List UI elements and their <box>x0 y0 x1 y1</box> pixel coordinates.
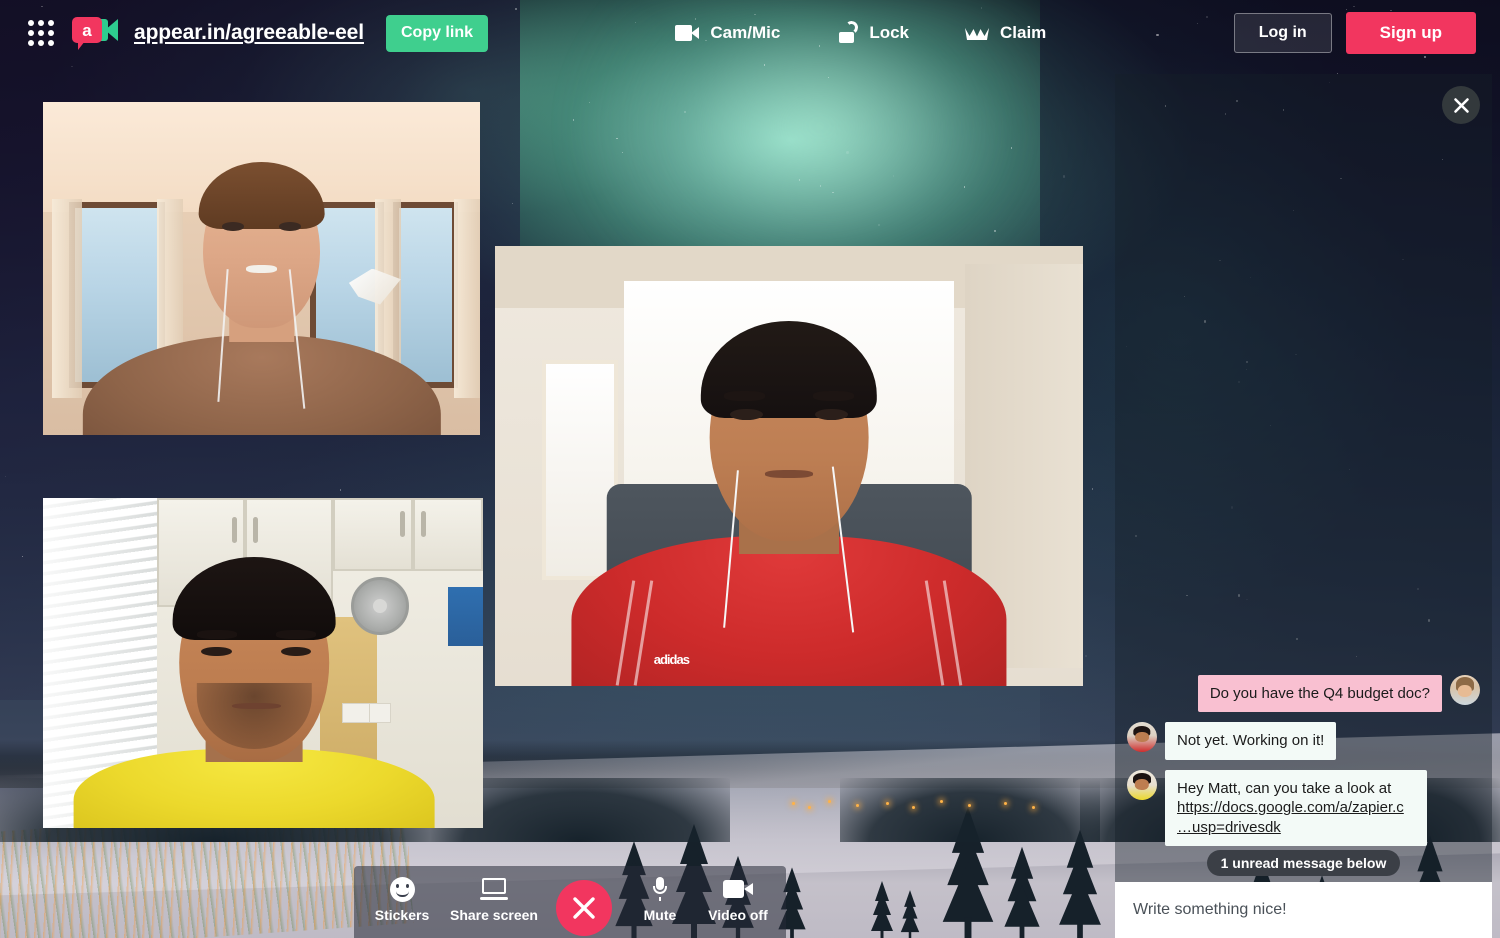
participant-video-yellow-shirt[interactable] <box>43 498 483 828</box>
logo-bubble-tail <box>78 41 85 50</box>
video-stream-matt <box>43 102 480 435</box>
chat-bubble: Not yet. Working on it! <box>1165 722 1337 760</box>
town-light <box>856 804 859 807</box>
video-stream-yellow-shirt <box>43 498 483 828</box>
logo-bubble: a <box>72 17 102 43</box>
video-stream-red-shirt: adidas <box>495 246 1083 686</box>
town-light <box>968 804 971 807</box>
smiley-icon <box>389 876 415 902</box>
chat-input[interactable] <box>1115 882 1492 938</box>
town-light <box>940 800 943 803</box>
stickers-button[interactable]: Stickers <box>372 876 432 923</box>
unlocked-padlock-icon <box>836 20 860 43</box>
top-bar-left: a appear.in/agreeable-eel Copy link <box>0 14 488 52</box>
nav-item-claim[interactable]: Claim <box>965 23 1046 43</box>
mute-label: Mute <box>643 907 677 923</box>
video-off-button[interactable]: Video off <box>708 876 768 923</box>
nav-label-lock: Lock <box>869 23 909 42</box>
chat-close-button[interactable] <box>1442 86 1480 124</box>
share-screen-button[interactable]: Share screen <box>450 876 538 923</box>
stickers-label: Stickers <box>374 907 430 923</box>
chat-panel: Do you have the Q4 budget doc? Not yet. … <box>1115 74 1492 938</box>
avatar-yellow-shirt <box>1127 769 1157 800</box>
participant-video-matt[interactable] <box>43 102 480 435</box>
avatar-red-shirt <box>1127 722 1157 752</box>
room-url-link[interactable]: appear.in/agreeable-eel <box>134 21 364 45</box>
microphone-icon <box>652 876 667 902</box>
town-light <box>828 800 831 803</box>
unread-messages-pill[interactable]: 1 unread message below <box>1206 850 1401 876</box>
pine-tree <box>900 890 920 938</box>
top-bar-right: Log in Sign up <box>1233 12 1500 54</box>
pine-tree <box>871 881 893 938</box>
chat-link[interactable]: https://docs.google.com/a/zapier.c…usp=d… <box>1177 799 1404 836</box>
town-light <box>1032 806 1035 809</box>
close-x-icon <box>1453 97 1469 113</box>
camera-icon <box>675 25 700 41</box>
avatar-matt <box>1450 674 1480 705</box>
nav-label-cam-mic: Cam/Mic <box>710 23 781 42</box>
signup-button[interactable]: Sign up <box>1345 12 1476 54</box>
share-screen-label: Share screen <box>450 907 538 923</box>
town-light <box>792 802 795 805</box>
chat-message: Hey Matt, can you take a look at https:/… <box>1127 769 1480 846</box>
copy-link-button[interactable]: Copy link <box>385 14 488 52</box>
app-stage: a appear.in/agreeable-eel Copy link Cam/… <box>0 0 1500 938</box>
appear-in-logo-icon[interactable]: a <box>72 15 118 51</box>
apps-grid-icon[interactable] <box>26 18 56 48</box>
chat-bubble: Hey Matt, can you take a look at https:/… <box>1165 769 1427 846</box>
chat-bubble: Do you have the Q4 budget doc? <box>1197 674 1442 712</box>
chat-input-wrap <box>1115 882 1492 938</box>
nav-item-cam-mic[interactable]: Cam/Mic <box>675 23 780 43</box>
mute-button[interactable]: Mute <box>630 876 690 923</box>
top-bar-nav: Cam/Mic Lock Claim <box>488 20 1234 43</box>
chat-message-list[interactable]: Do you have the Q4 budget doc? Not yet. … <box>1115 674 1492 883</box>
main-video-red-shirt[interactable]: adidas <box>495 246 1083 686</box>
hangup-button[interactable] <box>555 880 612 936</box>
town-light <box>808 806 811 809</box>
chat-message: Not yet. Working on it! <box>1127 722 1480 760</box>
town-light <box>1004 802 1007 805</box>
nav-label-claim: Claim <box>1000 23 1047 42</box>
call-controls-toolbar: Stickers Share screen Mute Video off <box>354 866 786 938</box>
crown-icon <box>965 26 989 40</box>
video-off-label: Video off <box>708 907 768 923</box>
pine-tree <box>1059 829 1101 938</box>
nav-item-lock[interactable]: Lock <box>836 20 909 43</box>
top-bar: a appear.in/agreeable-eel Copy link Cam/… <box>0 0 1500 66</box>
hangup-x-icon <box>573 897 595 919</box>
town-light <box>886 802 889 805</box>
camera-icon <box>722 876 753 902</box>
chat-message: Do you have the Q4 budget doc? <box>1127 674 1480 712</box>
laptop-icon <box>479 876 508 902</box>
chat-text: Hey Matt, can you take a look at <box>1177 779 1392 797</box>
login-button[interactable]: Log in <box>1233 13 1332 53</box>
pine-tree <box>1004 846 1040 938</box>
town-light <box>912 806 915 809</box>
brush-silhouette <box>840 778 1100 842</box>
